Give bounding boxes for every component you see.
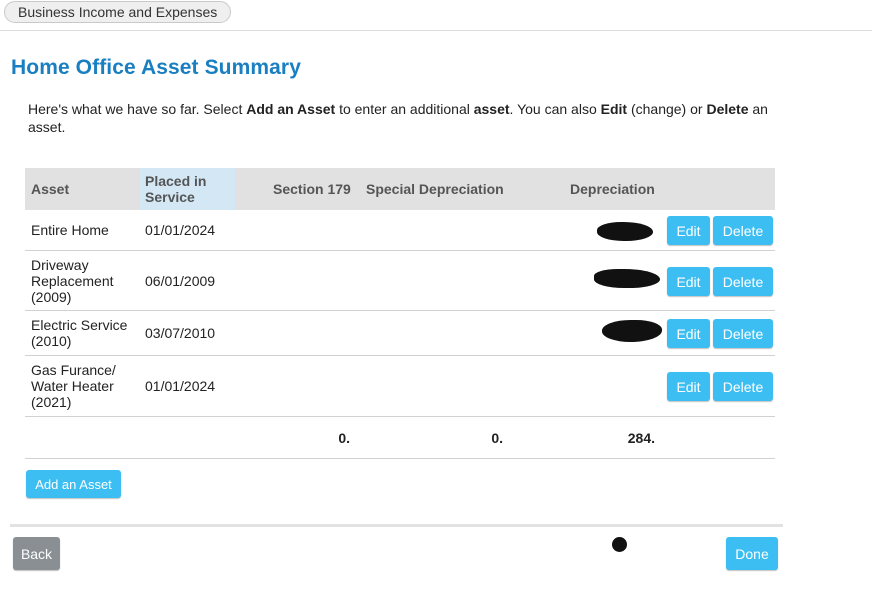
- redaction-mark: [594, 269, 660, 288]
- asset-table: Asset Placed in Service Section 179 Spec…: [25, 168, 775, 459]
- redaction-mark: [597, 222, 653, 241]
- delete-button[interactable]: Delete: [713, 267, 773, 296]
- intro-bold-asset: asset: [473, 101, 510, 117]
- asset-name: Gas Furance/ Water Heater (2021): [31, 362, 116, 410]
- redaction-mark: [602, 320, 662, 342]
- header-section-179: Section 179: [273, 181, 351, 197]
- bottom-divider: [10, 524, 783, 527]
- asset-name: Electric Service (2010): [31, 317, 128, 349]
- page-title: Home Office Asset Summary: [11, 56, 301, 79]
- edit-button[interactable]: Edit: [667, 267, 710, 296]
- total-section-179: 0.: [338, 430, 350, 446]
- table-row: Electric Service (2010) 03/07/2010 Edit …: [25, 311, 775, 356]
- edit-button[interactable]: Edit: [667, 216, 710, 245]
- intro-bold-edit: Edit: [600, 101, 628, 117]
- done-button[interactable]: Done: [726, 537, 778, 570]
- redaction-dot: [612, 537, 627, 552]
- edit-button[interactable]: Edit: [667, 372, 710, 401]
- header-special-depreciation: Special Depreciation: [366, 181, 504, 197]
- table-row: Driveway Replacement (2009) 06/01/2009 E…: [25, 251, 775, 311]
- breadcrumb[interactable]: Business Income and Expenses: [4, 1, 232, 23]
- intro-text-2: to enter an additional: [335, 101, 474, 117]
- edit-button[interactable]: Edit: [667, 319, 710, 348]
- intro-text-3: . You can also: [509, 101, 601, 117]
- back-button[interactable]: Back: [13, 537, 60, 570]
- delete-button[interactable]: Delete: [713, 216, 773, 245]
- intro-text-4: (change) or: [627, 101, 707, 117]
- total-depreciation: 284.: [627, 430, 655, 446]
- placed-date: 06/01/2009: [145, 272, 216, 289]
- header-placed-in-service: Placed in Service: [140, 168, 235, 210]
- table-row: Entire Home 01/01/2024 Edit Delete: [25, 210, 775, 251]
- delete-button[interactable]: Delete: [713, 319, 773, 348]
- table-header: Asset Placed in Service Section 179 Spec…: [25, 168, 775, 210]
- totals-row: 0. 0. 284.: [25, 417, 775, 459]
- header-asset: Asset: [31, 181, 70, 197]
- header-depreciation: Depreciation: [570, 181, 655, 197]
- intro-text-1: Here's what we have so far. Select: [28, 101, 247, 117]
- add-asset-button[interactable]: Add an Asset: [26, 470, 121, 498]
- placed-date: 01/01/2024: [145, 222, 216, 238]
- table-row: Gas Furance/ Water Heater (2021) 01/01/2…: [25, 356, 775, 417]
- total-special-depreciation: 0.: [491, 430, 503, 446]
- intro-bold-add-asset: Add an Asset: [246, 101, 336, 117]
- placed-date: 01/01/2024: [145, 378, 216, 394]
- asset-name: Driveway Replacement (2009): [31, 256, 114, 305]
- intro-text: Here's what we have so far. Select Add a…: [28, 100, 788, 136]
- placed-date: 03/07/2010: [145, 325, 216, 341]
- asset-name: Entire Home: [31, 222, 109, 238]
- intro-bold-delete: Delete: [706, 101, 749, 117]
- top-divider: [0, 30, 872, 31]
- delete-button[interactable]: Delete: [713, 372, 773, 401]
